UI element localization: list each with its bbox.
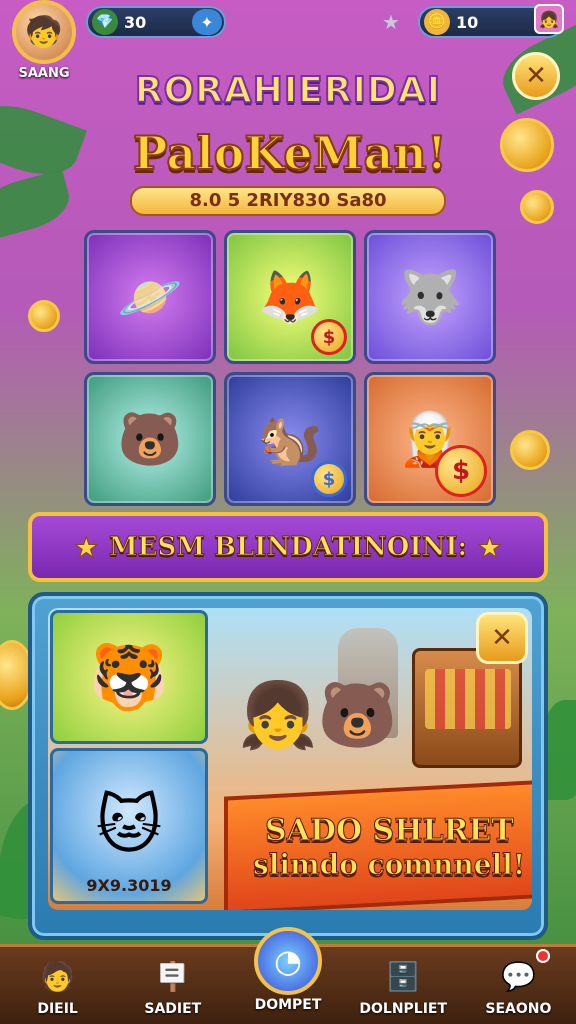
coin-decoration [500, 118, 554, 172]
nav-label: SEAONO [485, 1001, 552, 1017]
currency-gems-counter[interactable]: 💎 30 ✦ [86, 6, 226, 38]
bottom-navigation: 🧑 DIEIL 🪧 SADIET ◔ DOMPET 🗄️ DOLNPLIET 💬… [0, 927, 576, 1024]
character-icon: 🧑 [40, 959, 76, 993]
promo-offer-banner[interactable]: SADO SHLRET slimdo comnnell! [224, 779, 532, 910]
promo-text-line2: slimdo comnnell! [252, 848, 526, 882]
promo-panel: 👧🐻 🐯 🐱 9X9.3019 SADO SHLRET slimdo comnn… [28, 592, 548, 940]
promo-scene: 👧🐻 🐯 🐱 9X9.3019 SADO SHLRET slimdo comnn… [48, 608, 532, 910]
fox-character-icon: 🦊 [257, 267, 323, 328]
coin-decoration [28, 300, 60, 332]
cat-character-tile[interactable]: 🐱 9X9.3019 [50, 748, 208, 904]
currency-gems-value: 30 [124, 12, 147, 32]
character-card-grid: 🪐 🦊 $ 🐺 🐻 🐿️ $ 🧝 $ [84, 230, 496, 506]
nav-item-sadiet[interactable]: 🪧 SADIET [115, 947, 230, 1024]
character-card[interactable]: 🪐 [84, 230, 216, 364]
cat-icon: 🐱 [95, 789, 163, 863]
nav-item-seaono[interactable]: 💬 SEAONO [461, 947, 576, 1024]
player-name: SAANG [18, 66, 70, 81]
chat-icon: 💬 [500, 959, 536, 993]
bear-character-icon: 🐻 [117, 409, 183, 470]
coin-badge-icon: $ [435, 445, 487, 497]
nav-item-dolnpliet[interactable]: 🗄️ DOLNPLIET [346, 947, 461, 1024]
player-avatar[interactable]: 🧒 [12, 0, 76, 64]
coin-badge-icon: $ [311, 461, 347, 497]
star-icon: ★ [477, 530, 503, 564]
shop-stall-decoration [412, 648, 522, 768]
tiger-icon: 🐯 [89, 640, 169, 715]
character-card[interactable]: 🐺 [364, 230, 496, 364]
signboard-icon: 🪧 [155, 959, 191, 993]
star-icon[interactable]: ★ [382, 10, 400, 34]
character-card[interactable]: 🧝 $ [364, 372, 496, 506]
notification-dot [536, 949, 551, 963]
palm-leaf-decoration [0, 169, 75, 241]
currency-coins-value: 10 [456, 12, 479, 32]
friend-avatar[interactable]: 👧 [534, 4, 564, 34]
add-currency-button[interactable]: ✦ [192, 9, 222, 35]
ufo-character-icon: 🪐 [117, 267, 183, 328]
nav-label: DOLNPLIET [359, 1001, 448, 1017]
characters-illustration: 👧🐻 [238, 679, 398, 753]
character-card[interactable]: 🐿️ $ [224, 372, 356, 506]
coin-stack-icon: 🪙 [424, 9, 450, 35]
game-title-line2: PaloKeMan! [132, 125, 448, 181]
top-bar: 🧒 SAANG 💎 30 ✦ ★ 🪙 10 👧 [0, 0, 576, 81]
wolf-character-icon: 🐺 [397, 267, 463, 328]
coin-decoration [520, 190, 554, 224]
game-subtitle: 8.0 5 2RIY830 Sa80 [130, 186, 446, 216]
tile-value-label: 9X9.3019 [86, 876, 172, 895]
nav-item-dompet[interactable]: ◔ DOMPET [230, 927, 345, 1024]
event-banner-text: MESM BLINDATINOINI: [108, 532, 468, 563]
star-icon: ★ [73, 530, 99, 564]
coin-badge-icon: $ [311, 319, 347, 355]
nav-label: SADIET [144, 1001, 202, 1017]
character-card[interactable]: 🐻 [84, 372, 216, 506]
player-profile[interactable]: 🧒 SAANG [8, 0, 80, 81]
clock-icon: ◔ [254, 927, 322, 995]
tiger-character-tile[interactable]: 🐯 [50, 610, 208, 744]
close-button[interactable]: ✕ [512, 52, 560, 100]
nav-item-dieil[interactable]: 🧑 DIEIL [0, 947, 115, 1024]
close-panel-button[interactable]: ✕ [476, 612, 528, 664]
locker-icon: 🗄️ [385, 959, 421, 993]
gem-icon: 💎 [92, 9, 118, 35]
squirrel-character-icon: 🐿️ [257, 409, 323, 470]
character-card[interactable]: 🦊 $ [224, 230, 356, 364]
game-title-line1: RORAHIERIDAI [134, 69, 442, 112]
promo-text-line1: SADO SHLRET [264, 813, 514, 849]
nav-label: DIEIL [37, 1001, 78, 1017]
coin-decoration [510, 430, 550, 470]
palm-leaf-decoration [0, 92, 87, 188]
nav-label: DOMPET [254, 997, 322, 1013]
event-banner[interactable]: ★ MESM BLINDATINOINI: ★ [28, 512, 548, 582]
